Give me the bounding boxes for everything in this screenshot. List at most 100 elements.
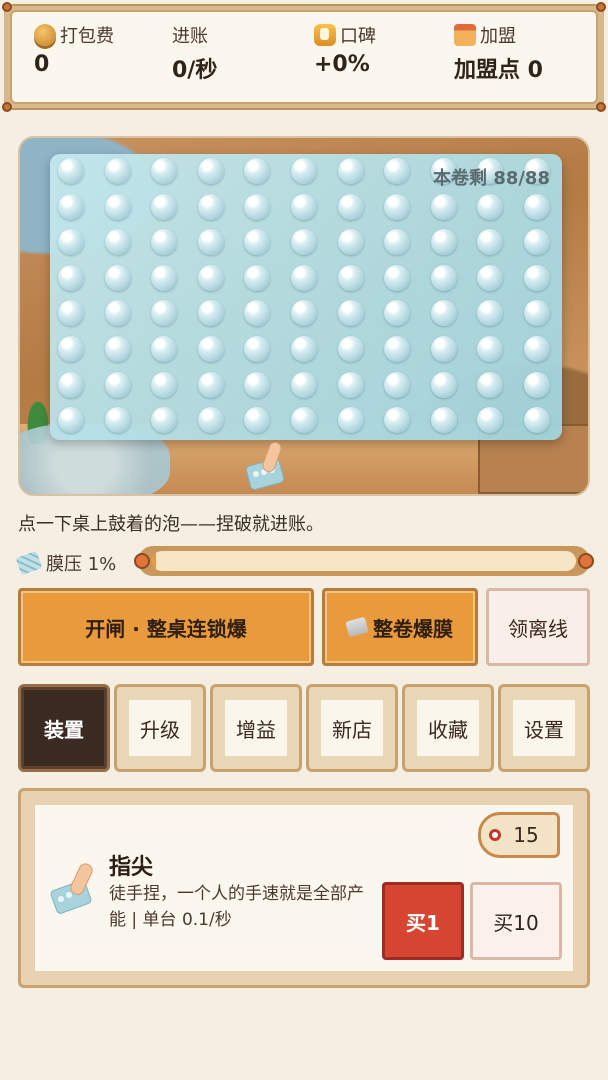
collect-offline-button[interactable]: 领离线 bbox=[486, 588, 590, 666]
bubble[interactable] bbox=[58, 371, 84, 398]
bubble[interactable] bbox=[291, 193, 317, 220]
bubble[interactable] bbox=[244, 407, 271, 434]
bubble[interactable] bbox=[197, 336, 224, 362]
bubble[interactable] bbox=[524, 264, 550, 291]
bubble[interactable] bbox=[337, 158, 364, 184]
bubble[interactable] bbox=[151, 300, 178, 327]
bubble[interactable] bbox=[430, 193, 457, 220]
bubble[interactable] bbox=[151, 371, 178, 398]
bubble[interactable] bbox=[244, 371, 271, 398]
bubble[interactable] bbox=[477, 300, 504, 327]
bubble[interactable] bbox=[430, 300, 457, 327]
bubble[interactable] bbox=[291, 407, 317, 434]
bubble[interactable] bbox=[524, 300, 550, 327]
bubble[interactable] bbox=[58, 264, 84, 291]
bubble[interactable] bbox=[151, 229, 178, 256]
thumbs-up-icon bbox=[314, 24, 336, 46]
bubble[interactable] bbox=[151, 407, 178, 434]
bubble[interactable] bbox=[384, 407, 411, 434]
bubble[interactable] bbox=[197, 407, 224, 434]
bubble[interactable] bbox=[151, 336, 178, 362]
bubble[interactable] bbox=[58, 229, 84, 256]
bubble[interactable] bbox=[291, 229, 317, 256]
bubble[interactable] bbox=[477, 407, 504, 434]
roll-burst-button[interactable]: 整卷爆膜 bbox=[322, 588, 478, 666]
bubble[interactable] bbox=[151, 158, 178, 184]
bubble[interactable] bbox=[291, 336, 317, 362]
bubble[interactable] bbox=[197, 300, 224, 327]
bubble[interactable] bbox=[524, 193, 550, 220]
stat-value: 加盟点 0 bbox=[454, 58, 543, 83]
bubble[interactable] bbox=[291, 300, 317, 327]
bubble[interactable] bbox=[337, 229, 364, 256]
bubble[interactable] bbox=[58, 300, 84, 327]
bubble[interactable] bbox=[104, 407, 131, 434]
bubble[interactable] bbox=[337, 336, 364, 362]
bubble[interactable] bbox=[384, 371, 411, 398]
tab-new-shop[interactable]: 新店 bbox=[306, 684, 398, 772]
bubble[interactable] bbox=[244, 158, 271, 184]
tab-boost[interactable]: 增益 bbox=[210, 684, 302, 772]
buy-10-button[interactable]: 买10 bbox=[470, 882, 562, 960]
bubble[interactable] bbox=[244, 193, 271, 220]
bubble[interactable] bbox=[337, 264, 364, 291]
bubble[interactable] bbox=[384, 264, 411, 291]
bubble[interactable] bbox=[384, 336, 411, 362]
bubble[interactable] bbox=[104, 300, 131, 327]
bubble[interactable] bbox=[197, 158, 224, 184]
bubble[interactable] bbox=[244, 300, 271, 327]
bubble[interactable] bbox=[477, 193, 504, 220]
bubble[interactable] bbox=[244, 336, 271, 362]
tab-inner: 升级 bbox=[129, 700, 191, 756]
bubble[interactable] bbox=[384, 229, 411, 256]
tab-upgrade[interactable]: 升级 bbox=[114, 684, 206, 772]
bubble[interactable] bbox=[384, 158, 411, 184]
bubble[interactable] bbox=[477, 371, 504, 398]
bubble[interactable] bbox=[104, 193, 131, 220]
bubble[interactable] bbox=[384, 300, 411, 327]
tab-settings[interactable]: 设置 bbox=[498, 684, 590, 772]
bubble[interactable] bbox=[430, 264, 457, 291]
bubble[interactable] bbox=[104, 336, 131, 362]
buy-1-button[interactable]: 买1 bbox=[382, 882, 464, 960]
bubble[interactable] bbox=[151, 264, 178, 291]
bubble[interactable] bbox=[104, 371, 131, 398]
bubble[interactable] bbox=[58, 336, 84, 362]
bubble[interactable] bbox=[430, 407, 457, 434]
bubble[interactable] bbox=[197, 193, 224, 220]
bubble[interactable] bbox=[384, 193, 411, 220]
bubble[interactable] bbox=[58, 193, 84, 220]
bubble[interactable] bbox=[291, 264, 317, 291]
bubble[interactable] bbox=[477, 336, 504, 362]
bubble[interactable] bbox=[197, 264, 224, 291]
corner-rivet bbox=[2, 102, 12, 112]
bubble[interactable] bbox=[430, 371, 457, 398]
bubble[interactable] bbox=[430, 336, 457, 362]
bubble[interactable] bbox=[244, 264, 271, 291]
bubble[interactable] bbox=[477, 229, 504, 256]
bubble[interactable] bbox=[477, 264, 504, 291]
bubble[interactable] bbox=[104, 229, 131, 256]
bubble[interactable] bbox=[337, 193, 364, 220]
bubble[interactable] bbox=[197, 229, 224, 256]
bubble[interactable] bbox=[430, 229, 457, 256]
bubble[interactable] bbox=[337, 407, 364, 434]
chain-burst-button[interactable]: 开闸 · 整桌连锁爆 bbox=[18, 588, 314, 666]
bubble[interactable] bbox=[291, 158, 317, 184]
tab-collection[interactable]: 收藏 bbox=[402, 684, 494, 772]
bubble[interactable] bbox=[337, 371, 364, 398]
bubble[interactable] bbox=[524, 229, 550, 256]
bubble[interactable] bbox=[104, 264, 131, 291]
bubble[interactable] bbox=[524, 336, 550, 362]
bubble[interactable] bbox=[151, 193, 178, 220]
bubble[interactable] bbox=[58, 158, 84, 184]
bubble[interactable] bbox=[524, 371, 550, 398]
bubble[interactable] bbox=[244, 229, 271, 256]
tab-devices[interactable]: 装置 bbox=[18, 684, 110, 772]
bubble[interactable] bbox=[58, 407, 84, 434]
bubble[interactable] bbox=[197, 371, 224, 398]
bubble[interactable] bbox=[337, 300, 364, 327]
bubble[interactable] bbox=[524, 407, 550, 434]
bubble[interactable] bbox=[104, 158, 131, 184]
bubble[interactable] bbox=[291, 371, 317, 398]
